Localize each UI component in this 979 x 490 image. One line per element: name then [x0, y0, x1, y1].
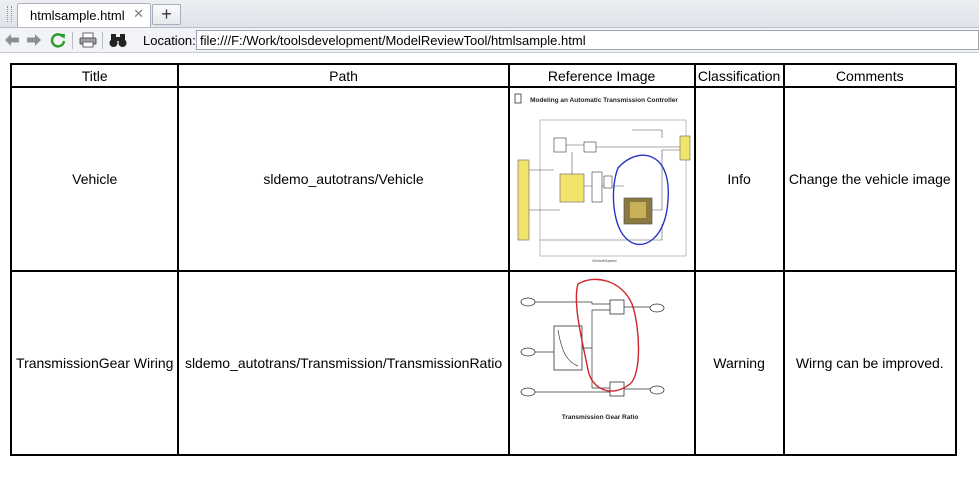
tab-title: htmlsample.html: [30, 8, 125, 23]
location-input[interactable]: [196, 30, 979, 50]
reference-image-vehicle-model: Modeling an Automatic Transmission Contr…: [511, 89, 692, 266]
forward-arrow-icon[interactable]: [24, 30, 44, 50]
cell-reference-image: Modeling an Automatic Transmission Contr…: [507, 86, 696, 272]
back-arrow-icon[interactable]: [2, 30, 22, 50]
header-row: Title Path Reference Image Classificatio…: [9, 63, 958, 88]
tab-bar-grip[interactable]: [7, 6, 12, 22]
table-row: TransmissionGear Wiring sldemo_autotrans…: [9, 270, 958, 456]
close-icon[interactable]: ✕: [133, 6, 144, 22]
toolbar-separator: [72, 32, 73, 49]
print-icon[interactable]: [78, 30, 98, 50]
cell-title: Vehicle: [9, 86, 180, 272]
cell-comments: Wirng can be improved.: [782, 270, 958, 456]
cell-classification: Info: [693, 86, 785, 272]
navigation-toolbar: Location:: [0, 28, 979, 53]
cell-title: TransmissionGear Wiring: [9, 270, 180, 456]
tab-htmlsample[interactable]: htmlsample.html ✕: [17, 3, 151, 27]
cell-path: sldemo_autotrans/Transmission/Transmissi…: [177, 270, 510, 456]
cell-path: sldemo_autotrans/Vehicle: [177, 86, 510, 272]
reference-image-title: Modeling an Automatic Transmission Contr…: [530, 97, 678, 104]
review-table: Title Path Reference Image Classificatio…: [9, 63, 958, 456]
cell-reference-image: Transmission Gear Ratio: [507, 270, 696, 456]
reference-image-transmission-ratio: Transmission Gear Ratio: [511, 273, 692, 450]
new-tab-button[interactable]: +: [152, 4, 181, 25]
svg-text:VehicleSpeed: VehicleSpeed: [592, 258, 616, 263]
reference-image-title: Transmission Gear Ratio: [561, 414, 638, 421]
column-header-reference-image: Reference Image: [507, 63, 696, 88]
location-label: Location:: [143, 33, 196, 48]
toolbar-separator: [102, 32, 103, 49]
column-header-path: Path: [177, 63, 510, 88]
find-binoculars-icon[interactable]: [108, 30, 128, 50]
column-header-title: Title: [9, 63, 180, 88]
cell-comments: Change the vehicle image: [782, 86, 958, 272]
table-row: Vehicle sldemo_autotrans/Vehicle Modelin…: [9, 86, 958, 272]
tab-bar: htmlsample.html ✕ +: [0, 0, 979, 28]
cell-classification: Warning: [693, 270, 785, 456]
refresh-icon[interactable]: [48, 30, 68, 50]
column-header-comments: Comments: [782, 63, 958, 88]
column-header-classification: Classification: [693, 63, 785, 88]
